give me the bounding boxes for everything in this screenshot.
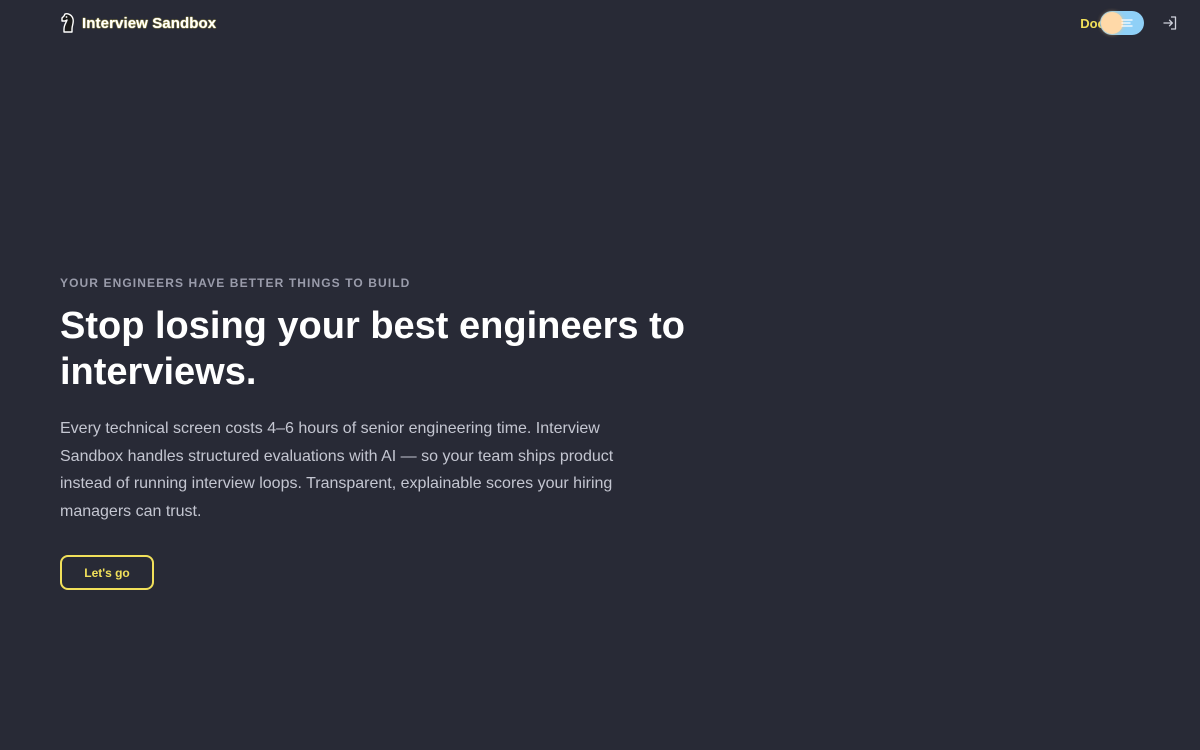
hero-section: YOUR ENGINEERS HAVE BETTER THINGS TO BUI… — [60, 276, 780, 590]
brand-name: Interview Sandbox — [82, 14, 217, 32]
hero-description: Every technical screen costs 4–6 hours o… — [60, 420, 614, 520]
top-header: Interview Sandbox Docs — [0, 0, 1200, 46]
brand-home-link[interactable]: Interview Sandbox — [60, 12, 216, 34]
landing-page: Interview Sandbox Docs YOUR ENGINEERS HA… — [0, 0, 1200, 750]
sign-in-button[interactable] — [1160, 13, 1180, 33]
toggle-lines-icon — [1121, 19, 1133, 27]
hero-headline: Stop losing your best engineers to inter… — [60, 305, 685, 393]
lets-go-button[interactable]: Let's go — [60, 555, 154, 590]
hero-eyebrow: YOUR ENGINEERS HAVE BETTER THINGS TO BUI… — [60, 276, 411, 290]
header-nav: Docs — [1080, 11, 1180, 35]
chess-knight-icon — [60, 12, 76, 34]
sign-in-icon — [1163, 16, 1177, 30]
theme-toggle[interactable] — [1100, 11, 1144, 35]
